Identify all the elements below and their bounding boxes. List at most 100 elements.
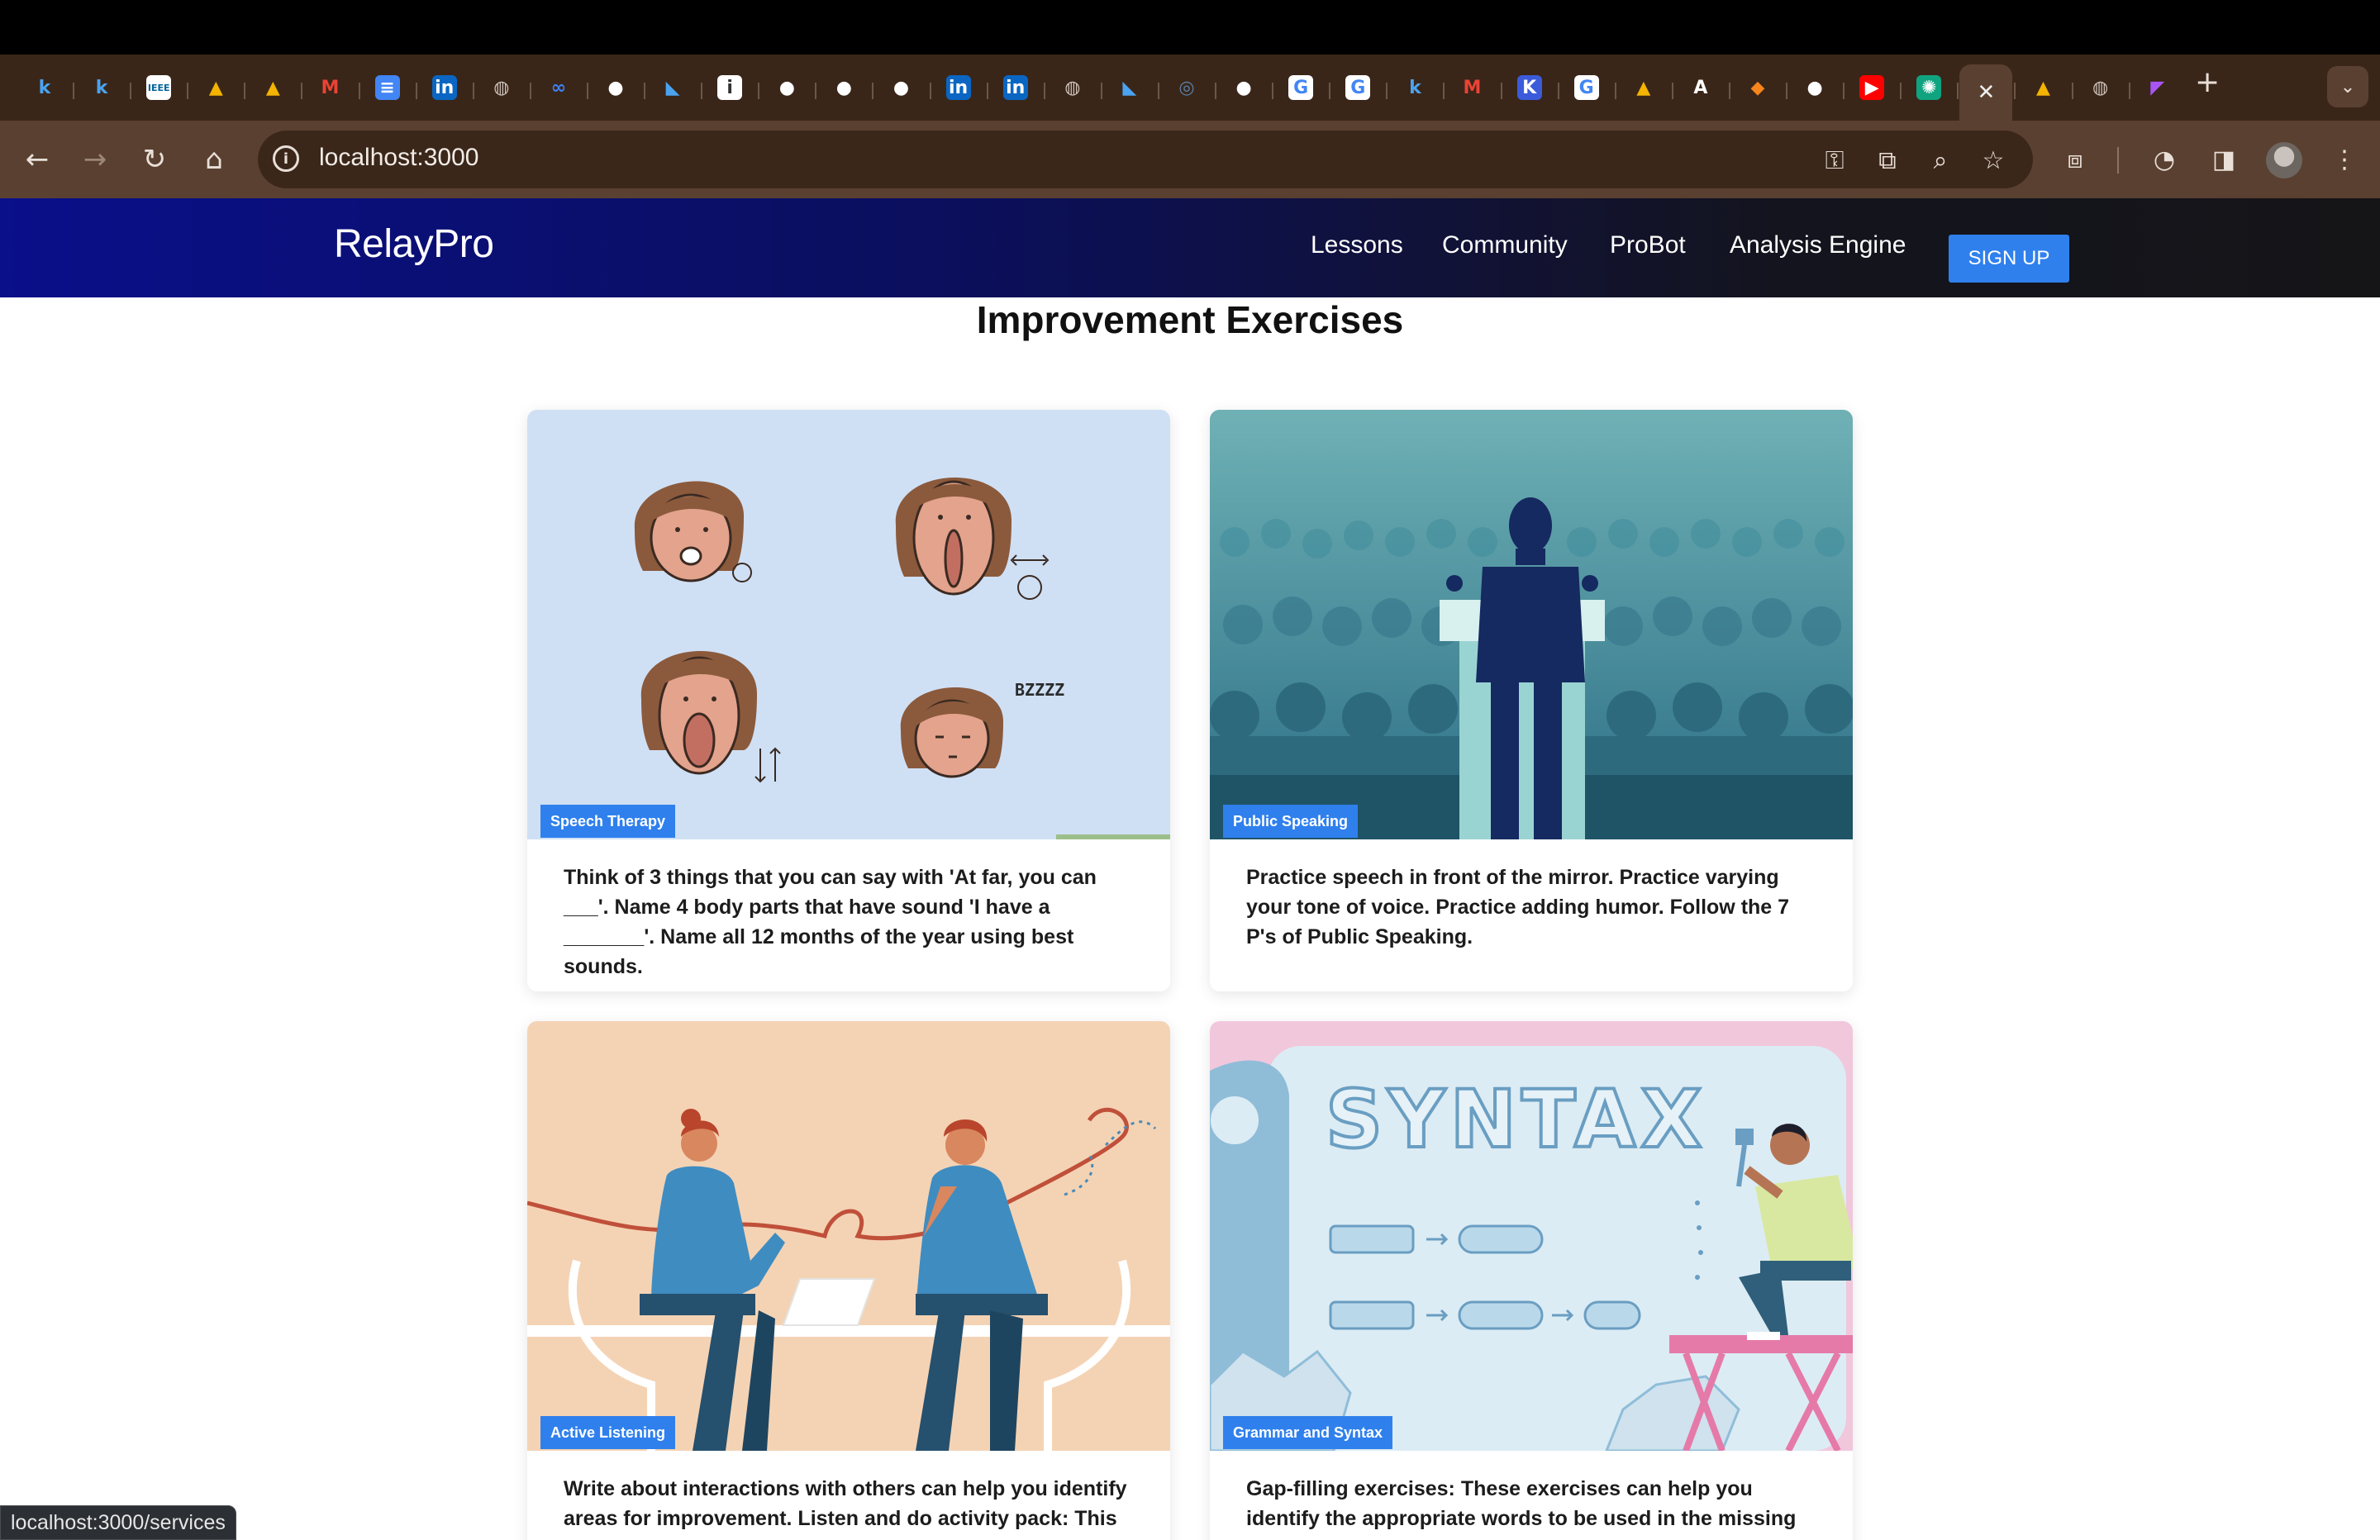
browser-tab[interactable]: ● (593, 66, 639, 109)
google-drive-icon: ▲ (260, 75, 286, 100)
browser-tab[interactable]: ▲ (250, 66, 296, 109)
site-info-icon[interactable]: i (273, 145, 299, 172)
tab-separator (1043, 83, 1045, 99)
tab-separator (301, 83, 303, 99)
address-bar-url[interactable]: localhost:3000 (319, 144, 478, 172)
new-tab-button[interactable]: + (2195, 68, 2220, 97)
browser-tab[interactable]: k (21, 66, 68, 109)
exercise-card-speech-therapy[interactable]: BZZZZ Speech Therapy Think of 3 things t… (527, 410, 1170, 991)
profile-avatar[interactable] (2266, 142, 2302, 178)
tab-separator (986, 83, 988, 99)
speech-therapy-illustration: BZZZZ (527, 410, 1170, 839)
browser-tab[interactable]: ◍ (478, 66, 525, 109)
browser-tab[interactable]: ◎ (1164, 66, 1210, 109)
exercise-card-public-speaking[interactable]: Public Speaking Practice speech in front… (1210, 410, 1853, 991)
menu-kebab-icon[interactable]: ⋮ (2325, 140, 2363, 178)
browser-tab[interactable]: G (1564, 66, 1610, 109)
browser-tab[interactable]: ▲ (1621, 66, 1667, 109)
browser-tab[interactable]: ● (821, 66, 867, 109)
home-icon: ⌂ (205, 143, 223, 176)
browser-tab[interactable]: in (992, 66, 1039, 109)
signup-button[interactable]: SIGN UP (1949, 235, 2069, 283)
browser-tab[interactable]: M (1449, 66, 1496, 109)
browser-tab[interactable]: ≡ (364, 66, 411, 109)
grammar-syntax-illustration: SYNTAX (1210, 1021, 1853, 1451)
browser-tab[interactable]: M (307, 66, 354, 109)
nav-link-community[interactable]: Community (1442, 231, 1568, 259)
close-icon[interactable]: ✕ (1973, 80, 1998, 105)
browser-tab[interactable]: ◍ (2078, 66, 2124, 109)
tab-separator (1272, 83, 1274, 99)
browser-tab[interactable]: ● (1792, 66, 1838, 109)
tab-active[interactable]: ✕ (1959, 64, 2013, 121)
browser-tab[interactable]: ◆ (1735, 66, 1781, 109)
browser-tab[interactable]: k (79, 66, 125, 109)
browser-tab[interactable]: ● (878, 66, 925, 109)
exercise-card-grammar-syntax[interactable]: SYNTAX Grammar and Syntax Gap-filling ex… (1210, 1021, 1853, 1540)
performance-icon[interactable]: ◔ (2145, 140, 2183, 178)
password-key-icon[interactable]: ⚿ (1816, 142, 1853, 178)
extensions-icon[interactable]: ⧈ (2056, 140, 2094, 178)
browser-tab[interactable]: k (1392, 66, 1438, 109)
tab-separator (529, 83, 531, 99)
exercise-card-active-listening[interactable]: Active Listening Write about interaction… (527, 1021, 1170, 1540)
globe-icon: ◍ (488, 75, 514, 100)
browser-tab[interactable]: i (707, 66, 753, 109)
browser-tab[interactable]: A (1678, 66, 1724, 109)
browser-tab[interactable]: ✺ (1906, 66, 1952, 109)
tab-separator (758, 83, 760, 99)
tab-separator (244, 83, 246, 99)
browser-tab[interactable]: G (1335, 66, 1381, 109)
chevron-down-icon: ⌄ (2340, 76, 2356, 97)
zoom-icon[interactable]: ⌕ (1922, 142, 1959, 178)
browser-tab[interactable]: ◣ (1107, 66, 1153, 109)
tab-separator (701, 83, 703, 99)
kotlin-icon: K (1516, 75, 1542, 100)
linkedin-icon: in (1002, 75, 1028, 100)
k-icon: k (89, 75, 115, 100)
brand-logo[interactable]: RelayPro (334, 221, 494, 267)
google-drive-icon: ▲ (2030, 75, 2056, 100)
browser-tab[interactable]: G (1278, 66, 1324, 109)
browser-tab[interactable]: K (1507, 66, 1553, 109)
nav-link-probot[interactable]: ProBot (1610, 231, 1686, 259)
browser-tab[interactable]: ● (764, 66, 810, 109)
browser-tab[interactable]: ∞ (536, 66, 582, 109)
bird-icon: ◣ (1116, 75, 1142, 100)
address-bar[interactable] (258, 131, 2033, 188)
browser-tab[interactable]: in (935, 66, 982, 109)
tab-separator (1728, 83, 1730, 99)
globe-icon: ◍ (2087, 75, 2113, 100)
reload-icon: ↻ (142, 143, 167, 176)
tab-separator (1157, 83, 1159, 99)
tab-separator (1671, 83, 1673, 99)
tab-separator (1215, 83, 1216, 99)
reload-button[interactable]: ↻ (134, 139, 175, 180)
side-panel-icon[interactable]: ◨ (2205, 140, 2243, 178)
tab-separator (929, 83, 931, 99)
card-tag: Public Speaking (1223, 805, 1359, 838)
browser-tab[interactable]: ◤ (2135, 66, 2181, 109)
back-button[interactable]: ← (17, 139, 58, 180)
browser-tab[interactable]: ◣ (650, 66, 696, 109)
browser-tab[interactable]: ◍ (1050, 66, 1096, 109)
nav-link-lessons[interactable]: Lessons (1311, 231, 1403, 259)
browser-tab[interactable]: ▶ (1849, 66, 1895, 109)
bookmark-star-icon[interactable]: ☆ (1975, 142, 2011, 178)
browser-tab[interactable]: in (421, 66, 468, 109)
nav-link-analysis-engine[interactable]: Analysis Engine (1730, 231, 1906, 259)
github-icon: ● (603, 75, 628, 100)
window-titlebar (0, 0, 2380, 55)
browser-tab[interactable]: ▲ (2021, 66, 2067, 109)
chatgpt-icon: ✺ (1916, 75, 1942, 100)
github-icon: ● (831, 75, 857, 100)
install-app-icon[interactable]: ⧉ (1869, 142, 1906, 178)
forward-button[interactable]: → (74, 139, 116, 180)
home-button[interactable]: ⌂ (193, 139, 235, 180)
google-drive-icon: ▲ (203, 75, 229, 100)
browser-tab[interactable]: ▲ (193, 66, 239, 109)
tab-search-button[interactable]: ⌄ (2327, 66, 2368, 107)
browser-tab[interactable]: ● (1221, 66, 1267, 109)
browser-tab[interactable]: IEEE (136, 66, 182, 109)
public-speaking-illustration (1210, 410, 1853, 839)
